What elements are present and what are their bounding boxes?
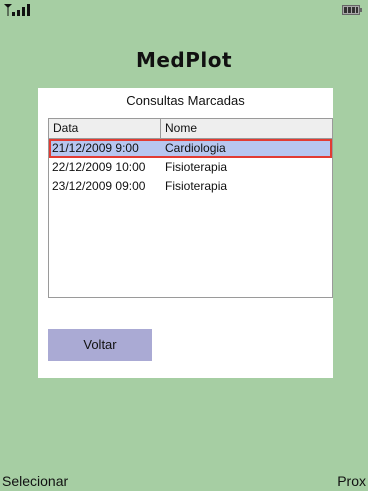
column-header-nome[interactable]: Nome xyxy=(165,121,197,135)
row-name: Fisioterapia xyxy=(165,160,228,174)
row-name: Fisioterapia xyxy=(165,179,228,193)
column-divider xyxy=(160,119,161,138)
row-date: 23/12/2009 09:00 xyxy=(52,179,146,193)
row-name: Cardiologia xyxy=(165,141,226,155)
appointments-table: Data Nome 21/12/2009 9:00 Cardiologia 22… xyxy=(48,118,333,298)
appointments-panel: Consultas Marcadas Data Nome 21/12/2009 … xyxy=(38,88,333,378)
status-bar xyxy=(0,0,368,20)
next-softkey[interactable]: Prox xyxy=(337,471,366,491)
select-softkey[interactable]: Selecionar xyxy=(2,471,68,491)
panel-title: Consultas Marcadas xyxy=(126,93,245,108)
row-date: 21/12/2009 9:00 xyxy=(52,141,139,155)
app-title: MedPlot xyxy=(135,48,233,72)
table-row[interactable]: 22/12/2009 10:00 Fisioterapia xyxy=(49,158,332,177)
signal-strength-icon xyxy=(4,4,30,16)
back-button[interactable]: Voltar xyxy=(48,329,152,361)
battery-icon xyxy=(342,5,362,15)
column-header-data[interactable]: Data xyxy=(53,121,78,135)
row-date: 22/12/2009 10:00 xyxy=(52,160,146,174)
table-header: Data Nome xyxy=(49,119,332,139)
table-row[interactable]: 23/12/2009 09:00 Fisioterapia xyxy=(49,177,332,196)
table-row[interactable]: 21/12/2009 9:00 Cardiologia xyxy=(49,139,332,158)
